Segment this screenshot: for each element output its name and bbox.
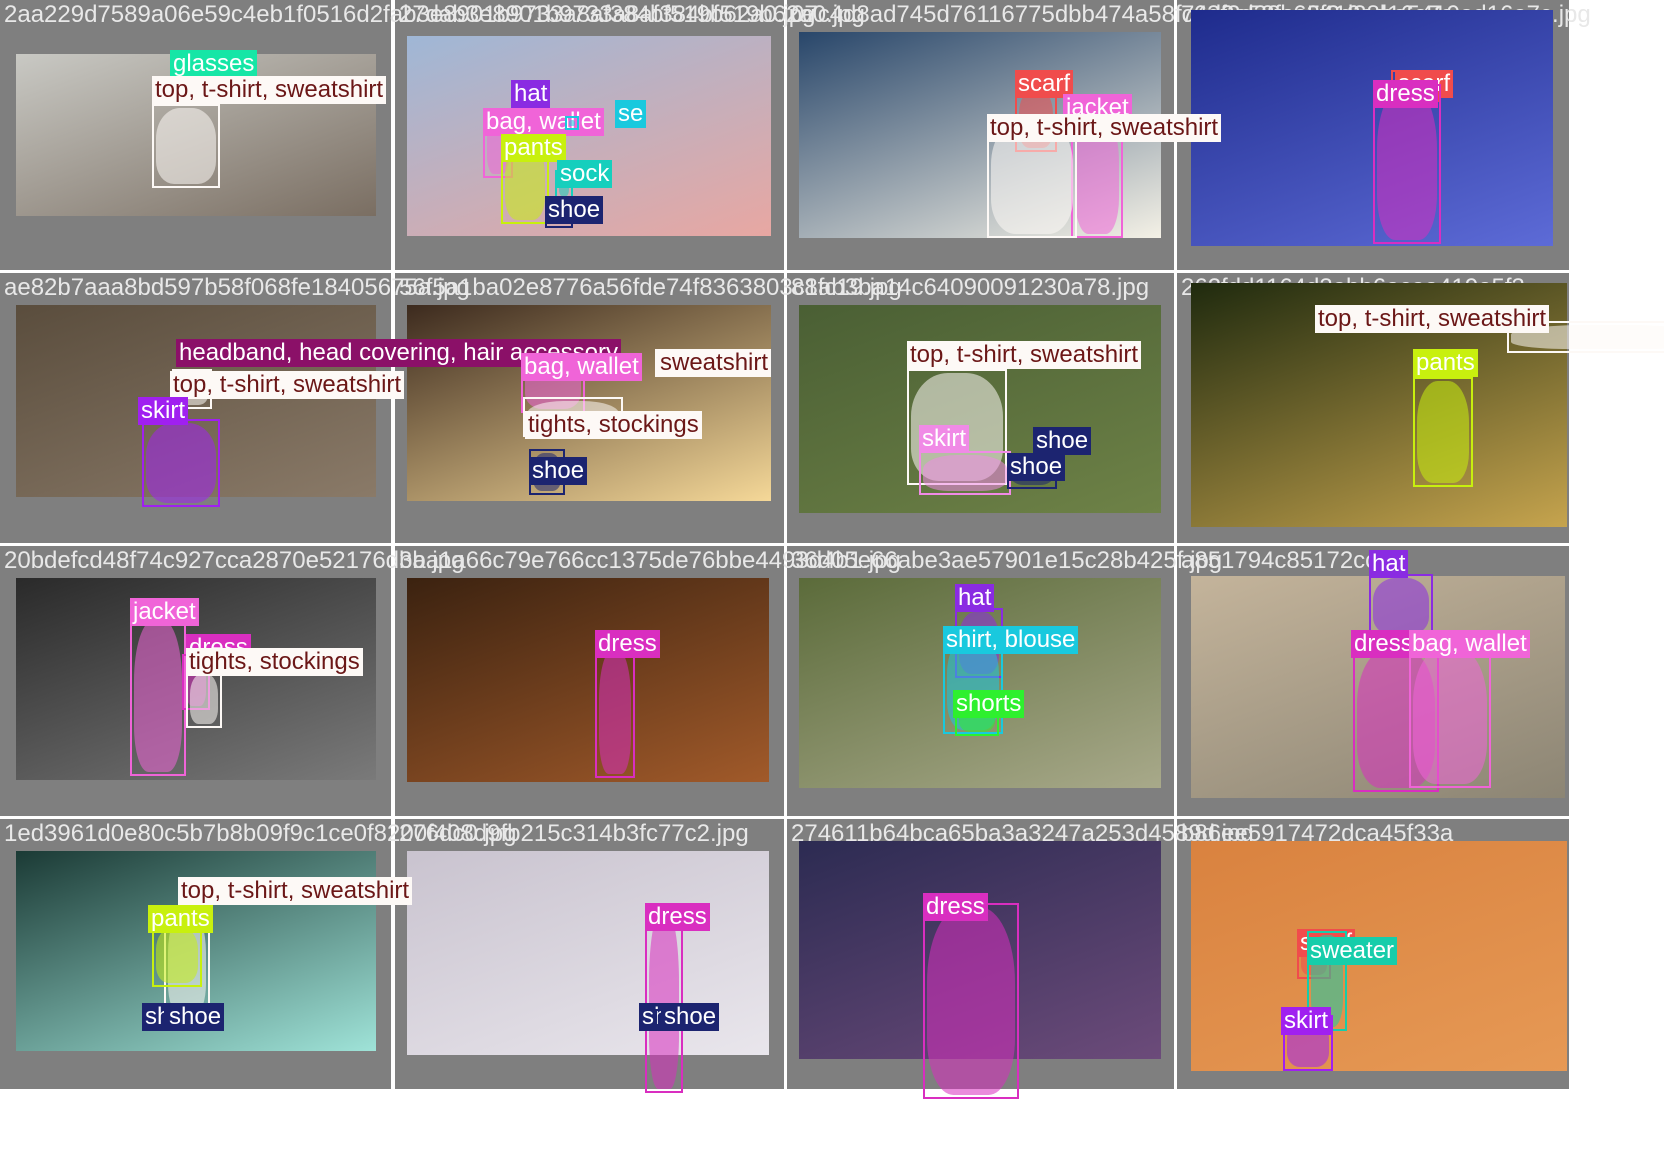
image-filename: a851794c85172cc xyxy=(1181,547,1378,574)
image-tile: 27dab3e8901b9733a8af384bf519b62a0.jpg hat… xyxy=(395,0,865,270)
photo xyxy=(799,578,1161,788)
image-filename: 20bdefcd48f74c927cca2870e52176d3a.jpg xyxy=(4,547,465,574)
image-tile: 20bdefcd48f74c927cca2870e52176d3a.jpg jac… xyxy=(0,546,464,816)
image-filename: 36d05e66abe3ae57901e15c28b425f.jpg xyxy=(791,547,1223,574)
image-filename: 276dc0.jpg xyxy=(399,820,517,847)
photo xyxy=(407,851,769,1055)
photo xyxy=(1191,576,1565,798)
image-tile: 1ed3961d0e80c5b7b8b09f9c1ce0f8200f408d9f… xyxy=(0,819,749,1089)
image-filename: 1ed3961d0e80c5b7b8b09f9c1ce0f8200f408d9f… xyxy=(4,820,749,847)
photo xyxy=(16,305,376,497)
image-tile: 274611b64bca65ba3a3247a253d4589d.jpg dres… xyxy=(787,819,1254,1099)
image-filename: 88fc19.jpg xyxy=(791,274,902,301)
image-tile: ae82b7aaa8bd597b58f068fe18405675a.jpg hea… xyxy=(0,273,621,543)
image-tile: 74d0e58fc63f2d38be5419ad16e7c.jpgscarfdr… xyxy=(1177,0,1591,270)
photo xyxy=(16,851,376,1051)
image-tile: bba1a66c79e766cc1375de76bbe4493d4b1.jpg d… xyxy=(395,546,901,816)
image-tile: 07c4d8ad745d76116775dbb474a58fc63f2d38be… xyxy=(787,0,1453,270)
photo xyxy=(1191,283,1567,527)
image-tile: 56f5a1ba02e8776a56fde74f8363803c1ab3ba14… xyxy=(395,273,1149,543)
image-tile: a851794c85172cc hat dress bag, wallet xyxy=(1177,546,1569,816)
image-filename: 56f5a1ba02e8776a56fde74f8363803c1ab3ba14… xyxy=(399,274,1150,301)
photo xyxy=(1191,841,1567,1071)
detection-grid: 2aa229d7589a06e59c4eb1f0516d2fab3e8901b9… xyxy=(0,0,1664,1152)
photo xyxy=(1191,10,1553,246)
image-tile: 36d05e66abe3ae57901e15c28b425f.jpg hat shi… xyxy=(787,546,1222,816)
image-tile: 262fdd1164d3ebb6acaa419e5f3top, t-shirt,… xyxy=(1177,273,1664,543)
image-tile: 276dc0.jpg dress shoe shoe xyxy=(395,819,784,1093)
photo xyxy=(16,54,376,216)
photo xyxy=(799,305,1161,513)
photo xyxy=(407,36,771,236)
photo xyxy=(16,578,376,780)
image-tile: b86ee5917472dca45f33a scarf sweater skirt xyxy=(1177,819,1569,1089)
photo xyxy=(407,578,769,782)
image-tile: 88fc19.jpg top, t-shirt, sweatshirt skirt s… xyxy=(787,273,1174,543)
image-tile: 2aa229d7589a06e59c4eb1f0516d2fab3e8901b9… xyxy=(0,0,816,270)
photo xyxy=(799,841,1161,1059)
photo xyxy=(799,32,1161,238)
photo xyxy=(407,305,771,501)
